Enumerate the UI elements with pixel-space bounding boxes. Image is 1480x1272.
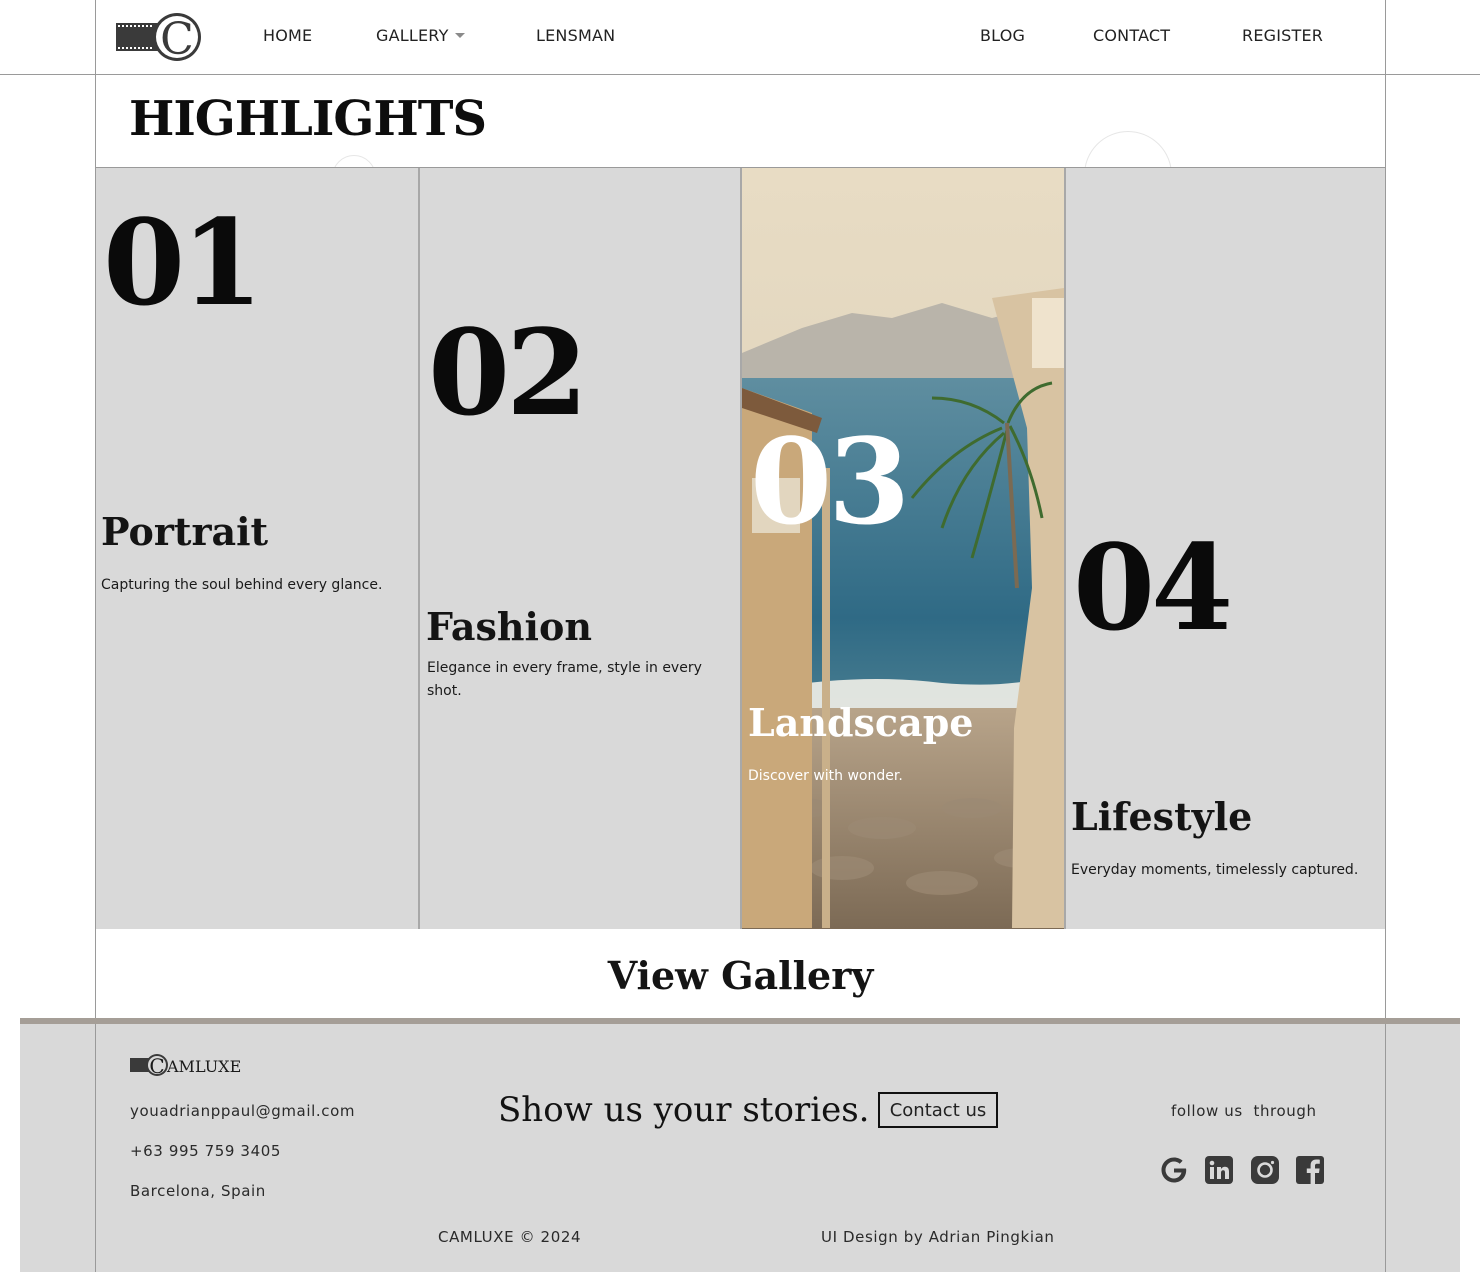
card-category: Lifestyle: [1071, 794, 1253, 839]
facebook-icon[interactable]: [1294, 1154, 1326, 1186]
card-category: Fashion: [426, 604, 592, 649]
decorative-circle: [1084, 131, 1172, 168]
footer-guide-line: [95, 1024, 96, 1272]
card-number: 03: [750, 412, 910, 551]
page-title: HIGHLIGHTS: [129, 91, 487, 147]
card-number: 04: [1073, 518, 1233, 657]
card-description: Everyday moments, timelessly captured.: [1071, 862, 1359, 878]
card-number: 02: [428, 303, 588, 442]
highlights-header: HIGHLIGHTS: [95, 75, 1386, 168]
contact-us-button[interactable]: Contact us: [878, 1092, 998, 1128]
caret-down-icon: [454, 33, 465, 38]
highlight-card-lifestyle[interactable]: 04 Lifestyle Everyday moments, timelessl…: [1064, 168, 1385, 929]
footer-logo[interactable]: C AMLUXE: [130, 1052, 241, 1078]
svg-text:C: C: [149, 1054, 164, 1078]
footer-credit: UI Design by Adrian Pingkian: [821, 1228, 1055, 1246]
nav-home[interactable]: HOME: [263, 26, 312, 45]
highlights-grid: 01 Portrait Capturing the soul behind ev…: [95, 167, 1386, 930]
footer-accent-bar: [20, 1018, 1460, 1024]
linkedin-icon[interactable]: [1203, 1154, 1235, 1186]
footer-brand: AMLUXE: [167, 1057, 242, 1076]
card-description: Capturing the soul behind every glance.: [101, 577, 383, 593]
footer-guide-line: [1385, 1024, 1386, 1272]
nav-register[interactable]: REGISTER: [1242, 26, 1323, 45]
footer-email[interactable]: youadrianppaul@gmail.com: [130, 1102, 355, 1120]
card-category: Portrait: [101, 509, 269, 554]
view-gallery-link[interactable]: View Gallery: [96, 953, 1385, 998]
footer-copyright: CAMLUXE © 2024: [438, 1228, 582, 1246]
card-description: Discover with wonder.: [748, 768, 903, 784]
highlight-card-portrait[interactable]: 01 Portrait Capturing the soul behind ev…: [96, 168, 418, 929]
follow-us-label: follow us through: [1171, 1102, 1317, 1120]
svg-text:C: C: [160, 14, 194, 62]
site-footer: C AMLUXE youadrianppaul@gmail.com +63 99…: [20, 1018, 1460, 1272]
card-description: Elegance in every frame, style in every …: [427, 660, 702, 699]
footer-location: Barcelona, Spain: [130, 1182, 266, 1200]
footer-phone: +63 995 759 3405: [130, 1142, 281, 1160]
nav-lensman[interactable]: LENSMAN: [536, 26, 615, 45]
nav-gallery-label: GALLERY: [376, 26, 449, 45]
camluxe-logo[interactable]: C: [116, 12, 202, 62]
footer-slogan: Show us your stories.: [498, 1090, 870, 1130]
nav-contact[interactable]: CONTACT: [1093, 26, 1170, 45]
nav-gallery[interactable]: GALLERY: [376, 26, 465, 45]
card-category: Landscape: [748, 700, 974, 745]
instagram-icon[interactable]: [1249, 1154, 1281, 1186]
nav-blog[interactable]: BLOG: [980, 26, 1025, 45]
site-header: C HOME GALLERY LENSMAN BLOG CONTACT REGI…: [95, 0, 1386, 75]
camluxe-logo-small: C: [130, 1054, 168, 1078]
google-icon[interactable]: [1158, 1154, 1190, 1186]
card-number: 01: [103, 193, 263, 332]
highlight-card-fashion[interactable]: 02 Fashion Elegance in every frame, styl…: [418, 168, 740, 929]
view-gallery-band: View Gallery: [95, 929, 1386, 1020]
highlight-card-landscape[interactable]: 03 Landscape Discover with wonder.: [740, 168, 1064, 929]
